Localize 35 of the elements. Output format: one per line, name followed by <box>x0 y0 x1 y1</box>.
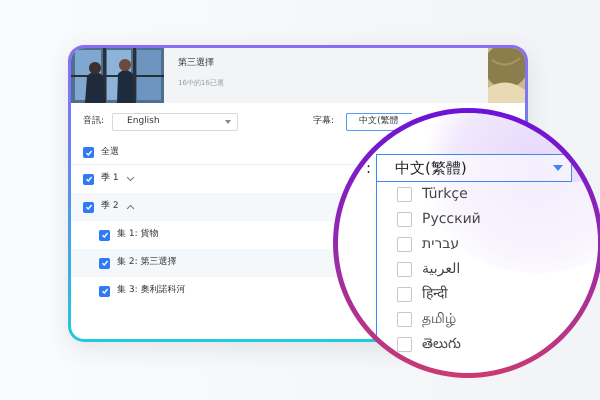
subtitle-label: : <box>366 158 372 179</box>
episode-label: 集 3: 奧利諾科河 <box>117 284 186 298</box>
language-option[interactable]: తెలుగు <box>422 334 461 355</box>
checkbox[interactable] <box>83 202 94 212</box>
checkbox[interactable] <box>397 262 412 277</box>
audio-label: 音訊: <box>83 115 104 128</box>
caret-icon <box>553 165 563 171</box>
checkbox[interactable] <box>397 287 412 302</box>
language-option[interactable]: العربية <box>422 259 460 280</box>
language-option[interactable]: தமிழ் <box>422 309 456 330</box>
season-label[interactable]: 季 2 <box>101 200 119 214</box>
episode-label: 集 1: 貨物 <box>117 228 158 242</box>
language-option[interactable]: Русский <box>422 209 481 230</box>
subtitle-label: 字幕: <box>313 115 334 128</box>
checkbox[interactable] <box>99 286 110 296</box>
episode-label: 集 2: 第三選擇 <box>117 256 176 270</box>
checkbox[interactable] <box>99 258 110 268</box>
checkbox[interactable] <box>99 230 110 240</box>
checkbox[interactable] <box>397 212 412 227</box>
language-option[interactable]: Türkçe <box>422 184 468 205</box>
language-option[interactable]: עברית <box>422 234 460 255</box>
checkbox[interactable] <box>83 174 94 184</box>
checkbox[interactable] <box>397 237 412 252</box>
episode-title: 第三選擇 <box>178 56 215 70</box>
subtitle-select[interactable]: 中文(繁體) <box>376 154 572 182</box>
checkbox[interactable] <box>397 312 412 327</box>
select-all-label: 全選 <box>101 146 119 159</box>
checkbox[interactable] <box>397 187 412 202</box>
subtitle-select[interactable]: 中文(繁體 <box>346 113 412 131</box>
season-label[interactable]: 季 1 <box>101 172 119 186</box>
checkbox[interactable] <box>397 337 412 352</box>
checkbox[interactable] <box>83 147 94 158</box>
language-option[interactable]: हिन्दी <box>422 284 448 305</box>
audio-select[interactable]: English <box>112 113 238 131</box>
caret-icon <box>225 120 232 124</box>
